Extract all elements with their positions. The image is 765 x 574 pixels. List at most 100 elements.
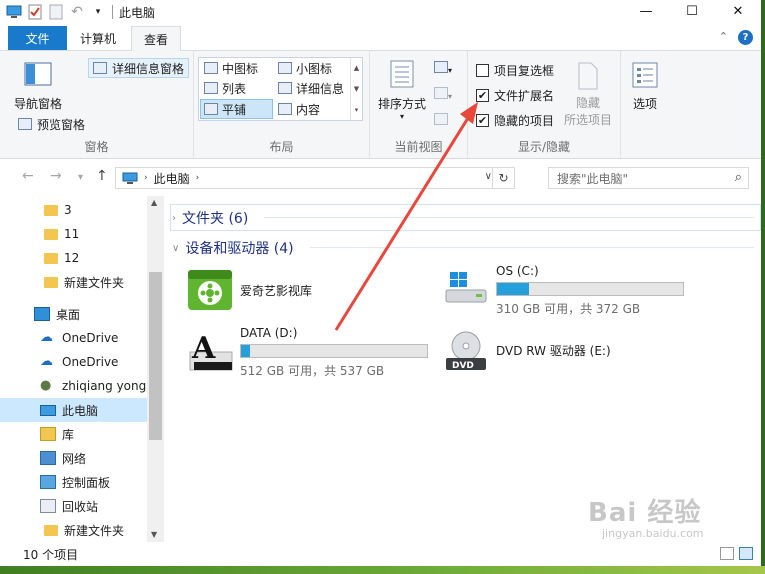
nav-item-onedrive-2[interactable]: ☁ OneDrive bbox=[0, 350, 147, 374]
folders-section-header[interactable]: › 文件夹 (6) bbox=[172, 208, 248, 228]
large-icons-view-icon[interactable] bbox=[739, 547, 753, 560]
collapse-chevron-icon[interactable]: ∨ bbox=[172, 243, 179, 254]
nav-pane-scrollbar[interactable]: ▲ ▼ bbox=[147, 196, 164, 542]
nav-item-network[interactable]: 网络 bbox=[0, 446, 147, 470]
windows-drive-icon bbox=[445, 272, 487, 303]
gallery-more-icon[interactable]: ▾ bbox=[355, 106, 359, 114]
undo-icon[interactable]: ↶ bbox=[69, 4, 85, 20]
tab-file[interactable]: 文件 bbox=[8, 26, 67, 50]
help-icon[interactable]: ? bbox=[738, 30, 753, 45]
details-pane-button[interactable]: 详细信息窗格 bbox=[88, 58, 190, 78]
content-icon bbox=[278, 103, 292, 115]
breadcrumb-chevron-icon[interactable]: › bbox=[196, 173, 200, 183]
nav-item-recycle-bin[interactable]: 回收站 bbox=[0, 494, 147, 518]
group-label-show-hide: 显示/隐藏 bbox=[517, 140, 571, 154]
maximize-button[interactable]: ☐ bbox=[669, 0, 715, 22]
scrollbar-thumb[interactable] bbox=[149, 272, 162, 440]
layout-list[interactable]: 列表 bbox=[201, 78, 273, 98]
size-columns-button[interactable] bbox=[434, 113, 448, 128]
scroll-down-icon[interactable]: ▼ bbox=[151, 530, 157, 539]
hidden-items-checkbox[interactable]: ✔ bbox=[476, 113, 489, 127]
nav-item-folder-3[interactable]: 3 bbox=[0, 198, 147, 222]
refresh-icon[interactable]: ↻ bbox=[492, 168, 514, 188]
sort-dropdown-icon: ▾ bbox=[400, 112, 405, 121]
preview-pane-button[interactable]: 预览窗格 bbox=[18, 114, 85, 134]
drive-tile-iqiyi[interactable]: 爱奇艺影视库 bbox=[186, 266, 312, 314]
layout-details[interactable]: 详细信息 bbox=[275, 78, 350, 98]
nav-item-folder-12[interactable]: 12 bbox=[0, 246, 147, 270]
drive-tile-e[interactable]: DVD DVD RW 驱动器 (E:) bbox=[442, 328, 611, 376]
nav-item-label: 3 bbox=[64, 203, 72, 217]
nav-item-folder-11[interactable]: 11 bbox=[0, 222, 147, 246]
drive-tile-d[interactable]: A DATA (D:) 512 GB 可用，共 537 GB bbox=[186, 326, 428, 379]
group-by-dropdown-icon: ▾ bbox=[448, 66, 453, 75]
file-extensions-checkbox[interactable]: ✔ bbox=[476, 88, 489, 102]
breadcrumb-chevron-icon[interactable]: › bbox=[144, 173, 148, 183]
hide-selected-button[interactable]: 隐藏 所选项目 bbox=[562, 61, 614, 128]
qat-dropdown-icon[interactable]: ▾ bbox=[90, 4, 106, 20]
drive-usage-fill bbox=[241, 345, 251, 357]
nav-pane-icon bbox=[24, 62, 52, 86]
layout-tiles[interactable]: 平铺 bbox=[200, 99, 273, 119]
drive-name: DVD RW 驱动器 (E:) bbox=[496, 344, 611, 358]
item-checkboxes-toggle[interactable]: 项目复选框 bbox=[476, 60, 554, 80]
nav-item-control-panel[interactable]: 控制面板 bbox=[0, 470, 147, 494]
preview-pane-label: 预览窗格 bbox=[37, 117, 86, 132]
minimize-button[interactable]: — bbox=[623, 0, 669, 22]
hidden-items-toggle[interactable]: ✔ 隐藏的项目 bbox=[476, 110, 554, 130]
nav-item-libraries[interactable]: 库 bbox=[0, 422, 147, 446]
nav-pane-label: 导航窗格 bbox=[14, 97, 63, 111]
up-arrow-icon[interactable]: ↑ bbox=[96, 168, 108, 184]
nav-item-desktop[interactable]: 桌面 bbox=[0, 302, 147, 326]
folder-icon bbox=[44, 228, 58, 240]
group-by-button[interactable]: ▾ bbox=[434, 61, 452, 76]
title-separator bbox=[112, 5, 113, 19]
item-checkboxes-checkbox[interactable] bbox=[476, 63, 489, 77]
file-extensions-toggle[interactable]: ✔ 文件扩展名 bbox=[476, 85, 554, 105]
address-dropdown-icon[interactable]: ∨ bbox=[485, 171, 492, 182]
details-view-icon[interactable] bbox=[720, 547, 734, 560]
tab-view[interactable]: 查看 bbox=[131, 26, 181, 52]
layout-gallery: 中图标 小图标 列表 详细信息 平铺 内容 ▲ ▼ ▾ bbox=[198, 57, 363, 121]
recent-dropdown-icon[interactable]: ▾ bbox=[78, 172, 83, 183]
tiles-icon bbox=[204, 103, 218, 115]
add-columns-button[interactable]: ▾ bbox=[434, 87, 452, 102]
nav-item-user[interactable]: ● zhiqiang yong bbox=[0, 374, 147, 398]
devices-section-label: 设备和驱动器 (4) bbox=[185, 241, 294, 257]
item-checkboxes-label: 项目复选框 bbox=[494, 63, 555, 78]
nav-item-this-pc[interactable]: 此电脑 bbox=[0, 398, 147, 422]
properties-icon[interactable] bbox=[27, 4, 43, 20]
layout-medium-icons[interactable]: 中图标 bbox=[201, 58, 273, 78]
preview-pane-icon bbox=[18, 118, 32, 130]
layout-small-icons[interactable]: 小图标 bbox=[275, 58, 350, 78]
nav-item-new-folder-2[interactable]: 新建文件夹 bbox=[0, 518, 147, 542]
close-button[interactable]: ✕ bbox=[715, 0, 761, 22]
folders-section-label: 文件夹 (6) bbox=[182, 211, 249, 227]
back-arrow-icon[interactable]: ← bbox=[22, 168, 34, 184]
nav-item-onedrive[interactable]: ☁ OneDrive bbox=[0, 326, 147, 350]
tab-computer[interactable]: 计算机 bbox=[69, 26, 127, 51]
gallery-down-icon[interactable]: ▼ bbox=[354, 85, 359, 93]
forward-arrow-icon[interactable]: → bbox=[50, 168, 62, 184]
nav-pane-button[interactable]: 导航窗格 bbox=[14, 59, 62, 112]
options-button[interactable]: 选项 bbox=[631, 61, 659, 112]
nav-item-new-folder[interactable]: 新建文件夹 bbox=[0, 270, 147, 294]
scroll-up-icon[interactable]: ▲ bbox=[151, 198, 157, 207]
sort-by-button[interactable]: 排序方式 ▾ bbox=[378, 59, 426, 121]
new-folder-icon[interactable] bbox=[48, 4, 64, 20]
expand-chevron-icon[interactable]: › bbox=[172, 213, 176, 224]
breadcrumb-location[interactable]: 此电脑 bbox=[154, 170, 190, 187]
cloud-icon: ☁ bbox=[40, 354, 53, 369]
layout-gallery-scroll[interactable]: ▲ ▼ ▾ bbox=[350, 58, 362, 120]
drive-tile-c[interactable]: OS (C:) 310 GB 可用，共 372 GB bbox=[442, 264, 684, 317]
gallery-up-icon[interactable]: ▲ bbox=[354, 64, 359, 72]
devices-section-header[interactable]: ∨ 设备和驱动器 (4) bbox=[172, 238, 294, 258]
section-divider bbox=[264, 217, 754, 218]
layout-content[interactable]: 内容 bbox=[275, 99, 350, 119]
cloud-icon: ☁ bbox=[40, 330, 53, 345]
collapse-ribbon-icon[interactable]: ⌃ bbox=[719, 30, 728, 45]
search-box[interactable]: 搜索"此电脑" ⌕ bbox=[548, 167, 749, 189]
search-icon[interactable]: ⌕ bbox=[735, 170, 742, 185]
window-border bbox=[761, 0, 765, 566]
address-bar[interactable]: › 此电脑 › ∨ ↻ bbox=[115, 167, 515, 189]
